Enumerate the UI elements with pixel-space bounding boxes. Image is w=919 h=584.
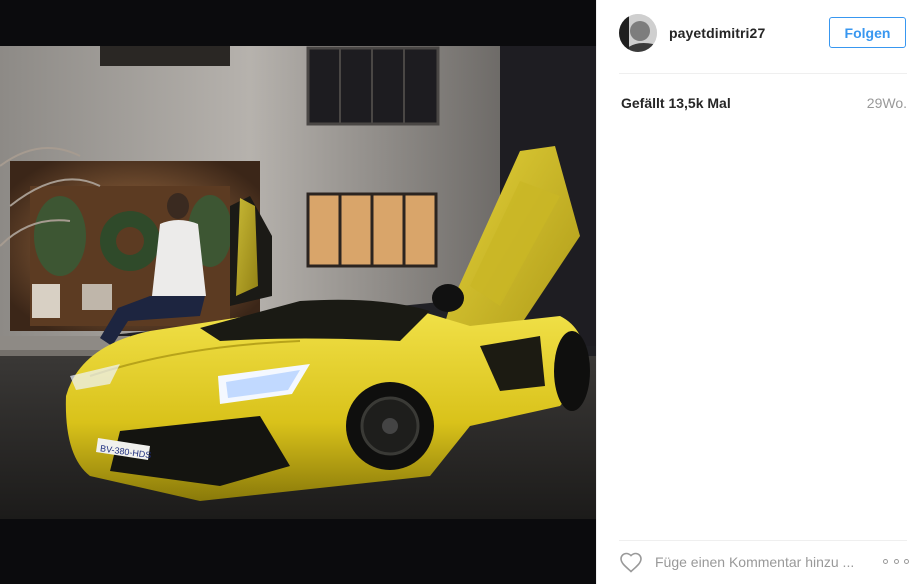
post-age[interactable]: 29Wo. — [867, 95, 907, 111]
divider — [619, 73, 907, 74]
dot-icon — [893, 558, 899, 564]
info-pane: payetdimitri27 Folgen Gefällt 13,5k Mal … — [596, 0, 919, 584]
post-header: payetdimitri27 Folgen — [619, 14, 907, 54]
more-options-icon[interactable] — [883, 554, 909, 568]
dot-icon — [883, 558, 888, 564]
heart-outline-icon[interactable] — [619, 551, 643, 573]
post-photo[interactable]: BV-380-HDS — [0, 46, 596, 519]
avatar[interactable] — [619, 14, 657, 52]
media-pane: BV-380-HDS — [0, 0, 596, 584]
follow-button[interactable]: Folgen — [829, 17, 906, 48]
avatar-image — [619, 14, 657, 52]
username[interactable]: payetdimitri27 — [669, 25, 765, 41]
likes-count[interactable]: Gefällt 13,5k Mal — [621, 95, 731, 111]
divider-bottom — [619, 540, 907, 541]
comment-input[interactable] — [655, 552, 865, 572]
dot-icon — [904, 558, 909, 564]
